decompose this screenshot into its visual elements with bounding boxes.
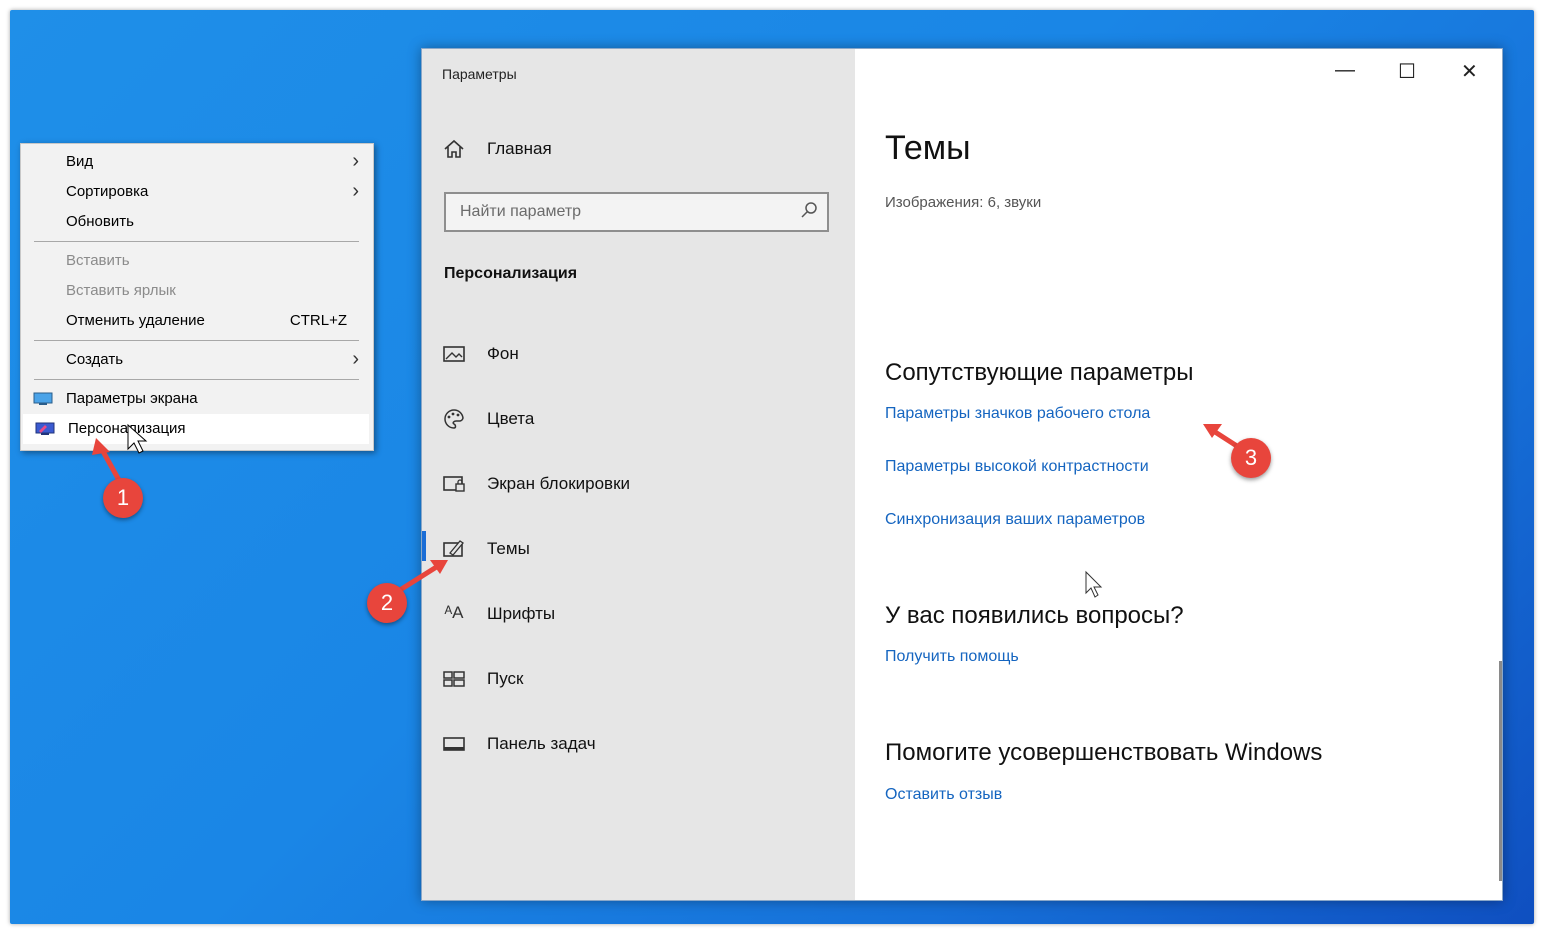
nav-item-themes[interactable]: Темы (442, 532, 842, 568)
menu-item-paste[interactable]: Вставить (21, 246, 373, 276)
desktop-context-menu: Вид › Сортировка › Обновить Вставить Вст… (20, 143, 374, 451)
nav-item-label: Панель задач (487, 734, 596, 753)
settings-window: Параметры Главная Найти параметр Персона… (421, 48, 1503, 901)
desktop-icon-settings-link[interactable]: Параметры значков рабочего стола (885, 405, 1150, 423)
nav-section-title: Персонализация (444, 265, 578, 282)
menu-separator (34, 379, 359, 380)
settings-nav-pane: Параметры Главная Найти параметр Персона… (422, 49, 855, 900)
chevron-right-icon: › (352, 150, 359, 172)
nav-item-lock-screen[interactable]: Экран блокировки (442, 467, 842, 503)
taskbar-icon (443, 737, 465, 751)
callout-badge-1: 1 (103, 478, 143, 518)
menu-item-new[interactable]: Создать › (21, 345, 373, 375)
menu-item-display-settings[interactable]: Параметры экрана (21, 384, 373, 414)
high-contrast-settings-link[interactable]: Параметры высокой контрастности (885, 458, 1149, 476)
menu-item-label: Вставить (66, 252, 130, 269)
start-icon (443, 671, 465, 687)
picture-icon (443, 346, 465, 362)
menu-separator (34, 340, 359, 341)
menu-item-label: Вид (66, 153, 94, 170)
menu-item-label: Создать (66, 351, 124, 368)
active-indicator (422, 531, 426, 561)
nav-item-fonts[interactable]: ᴬA Шрифты (442, 597, 842, 633)
nav-item-label: Пуск (487, 669, 524, 688)
search-input[interactable]: Найти параметр (444, 192, 829, 232)
get-help-link[interactable]: Получить помощь (885, 648, 1019, 666)
menu-item-undo-delete[interactable]: Отменить удаление CTRL+Z (21, 306, 373, 336)
menu-item-personalize[interactable]: Персонализация (23, 414, 369, 444)
nav-item-label: Шрифты (487, 604, 556, 623)
menu-item-view[interactable]: Вид › (21, 147, 373, 177)
home-icon (444, 139, 464, 158)
menu-item-label: Обновить (66, 213, 134, 230)
improve-windows-title: Помогите усовершенствовать Windows (885, 739, 1323, 766)
minimize-button[interactable]: — (1335, 59, 1355, 82)
menu-item-paste-shortcut[interactable]: Вставить ярлык (21, 276, 373, 306)
menu-item-label: Персонализация (68, 420, 186, 437)
search-icon (801, 202, 817, 218)
menu-item-label: Отменить удаление (66, 312, 205, 329)
menu-item-label: Сортировка (66, 183, 149, 200)
search-placeholder: Найти параметр (460, 203, 582, 220)
nav-item-taskbar[interactable]: Панель задач (442, 727, 842, 763)
personalize-icon (35, 422, 55, 435)
menu-item-label: Параметры экрана (66, 390, 198, 407)
related-settings-title: Сопутствующие параметры (885, 359, 1194, 386)
feedback-link[interactable]: Оставить отзыв (885, 786, 1002, 804)
nav-item-label: Главная (487, 139, 552, 158)
questions-title: У вас появились вопросы? (885, 602, 1184, 629)
menu-item-sort[interactable]: Сортировка › (21, 177, 373, 207)
nav-item-label: Экран блокировки (487, 474, 631, 493)
scrollbar[interactable] (1499, 661, 1502, 881)
chevron-right-icon: › (352, 348, 359, 370)
page-title: Темы (885, 129, 971, 167)
nav-item-label: Цвета (487, 409, 535, 428)
callout-badge-2: 2 (367, 583, 407, 623)
nav-item-background[interactable]: Фон (442, 337, 842, 373)
close-button[interactable]: ✕ (1461, 59, 1478, 84)
nav-item-start[interactable]: Пуск (442, 662, 842, 698)
callout-badge-3: 3 (1231, 438, 1271, 478)
fonts-icon: ᴬA (444, 603, 464, 622)
menu-item-refresh[interactable]: Обновить (21, 207, 373, 237)
menu-item-shortcut: CTRL+Z (289, 312, 347, 329)
chevron-right-icon: › (352, 180, 359, 202)
display-icon (33, 392, 53, 405)
nav-item-label: Темы (487, 539, 530, 558)
nav-item-colors[interactable]: Цвета (442, 402, 842, 438)
theme-subtitle: Изображения: 6, звуки (885, 194, 1042, 211)
nav-item-label: Фон (487, 344, 519, 363)
sync-settings-link[interactable]: Синхронизация ваших параметров (885, 511, 1145, 529)
palette-icon (444, 409, 464, 429)
settings-content: — ☐ ✕ Темы Изображения: 6, звуки Сопутст… (855, 49, 1502, 900)
lock-screen-icon (443, 476, 465, 492)
maximize-button[interactable]: ☐ (1398, 59, 1416, 84)
window-title: Параметры (442, 66, 517, 82)
themes-icon (443, 540, 464, 557)
menu-item-label: Вставить ярлык (66, 282, 176, 299)
menu-separator (34, 241, 359, 242)
nav-item-home[interactable]: Главная (442, 132, 842, 168)
